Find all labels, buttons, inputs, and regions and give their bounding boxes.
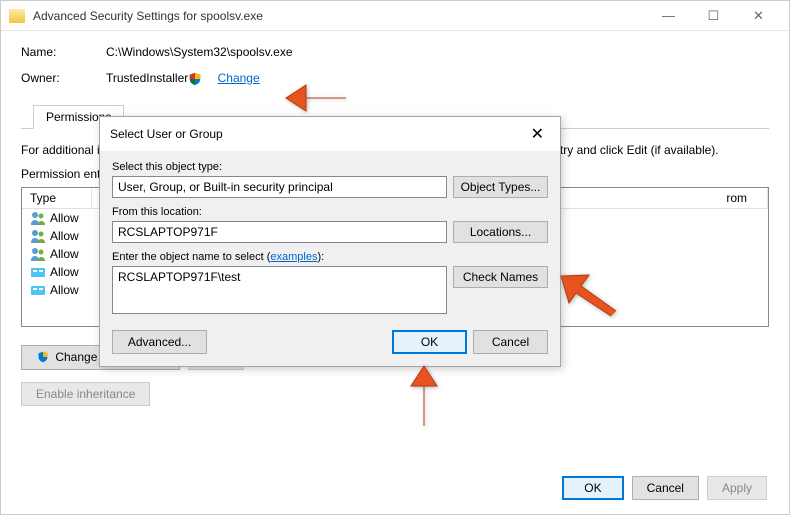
dialog-close-button[interactable]: ✕ (525, 124, 550, 144)
window-controls: — ☐ ✕ (646, 2, 781, 30)
titlebar: Advanced Security Settings for spoolsv.e… (1, 1, 789, 31)
folder-icon (9, 9, 25, 23)
owner-value: TrustedInstaller (106, 71, 188, 85)
type-text: Allow (50, 247, 79, 261)
enable-inheritance-button[interactable]: Enable inheritance (21, 382, 150, 406)
type-text: Allow (50, 265, 79, 279)
users-icon (30, 229, 46, 243)
change-link-text: Change (218, 71, 260, 85)
shield-icon (36, 351, 50, 365)
type-text: Allow (50, 229, 79, 243)
window-title: Advanced Security Settings for spoolsv.e… (33, 9, 263, 23)
name-value: C:\Windows\System32\spoolsv.exe (106, 45, 293, 59)
users-icon (30, 211, 46, 225)
locations-button[interactable]: Locations... (453, 221, 548, 243)
object-name-input[interactable]: RCSLAPTOP971F\test (112, 266, 447, 314)
dialog-titlebar: Select User or Group ✕ (100, 117, 560, 151)
cancel-button[interactable]: Cancel (632, 476, 699, 500)
owner-row: Owner: TrustedInstaller Change (21, 71, 769, 86)
apply-button[interactable]: Apply (707, 476, 767, 500)
advanced-button[interactable]: Advanced... (112, 330, 207, 354)
type-text: Allow (50, 211, 79, 225)
type-text: Allow (50, 283, 79, 297)
col-type[interactable]: Type (22, 188, 92, 208)
close-button[interactable]: ✕ (736, 2, 781, 30)
footer-buttons: OK Cancel Apply (562, 476, 767, 500)
object-types-button[interactable]: Object Types... (453, 176, 548, 198)
object-type-label: Select this object type: (112, 161, 548, 173)
ok-button[interactable]: OK (562, 476, 623, 500)
name-row: Name: C:\Windows\System32\spoolsv.exe (21, 45, 769, 59)
dialog-cancel-button[interactable]: Cancel (473, 330, 548, 354)
maximize-button[interactable]: ☐ (691, 2, 736, 30)
examples-link[interactable]: examples (270, 251, 317, 263)
change-owner-link[interactable]: Change (188, 71, 259, 86)
enter-name-label: Enter the object name to select (example… (112, 251, 548, 263)
location-label: From this location: (112, 206, 548, 218)
users-icon (30, 247, 46, 261)
shield-icon (188, 72, 202, 86)
name-label: Name: (21, 45, 106, 59)
group-icon (30, 283, 46, 297)
object-type-field (112, 176, 447, 198)
select-user-dialog: Select User or Group ✕ Select this objec… (99, 116, 561, 367)
check-names-button[interactable]: Check Names (453, 266, 548, 288)
enter-name-post: ): (317, 251, 324, 263)
dialog-title: Select User or Group (110, 127, 223, 141)
dialog-ok-button[interactable]: OK (392, 330, 467, 354)
dialog-body: Select this object type: Object Types...… (100, 151, 560, 366)
group-icon (30, 265, 46, 279)
location-field (112, 221, 447, 243)
minimize-button[interactable]: — (646, 2, 691, 30)
enter-name-pre: Enter the object name to select ( (112, 251, 270, 263)
owner-label: Owner: (21, 71, 106, 85)
